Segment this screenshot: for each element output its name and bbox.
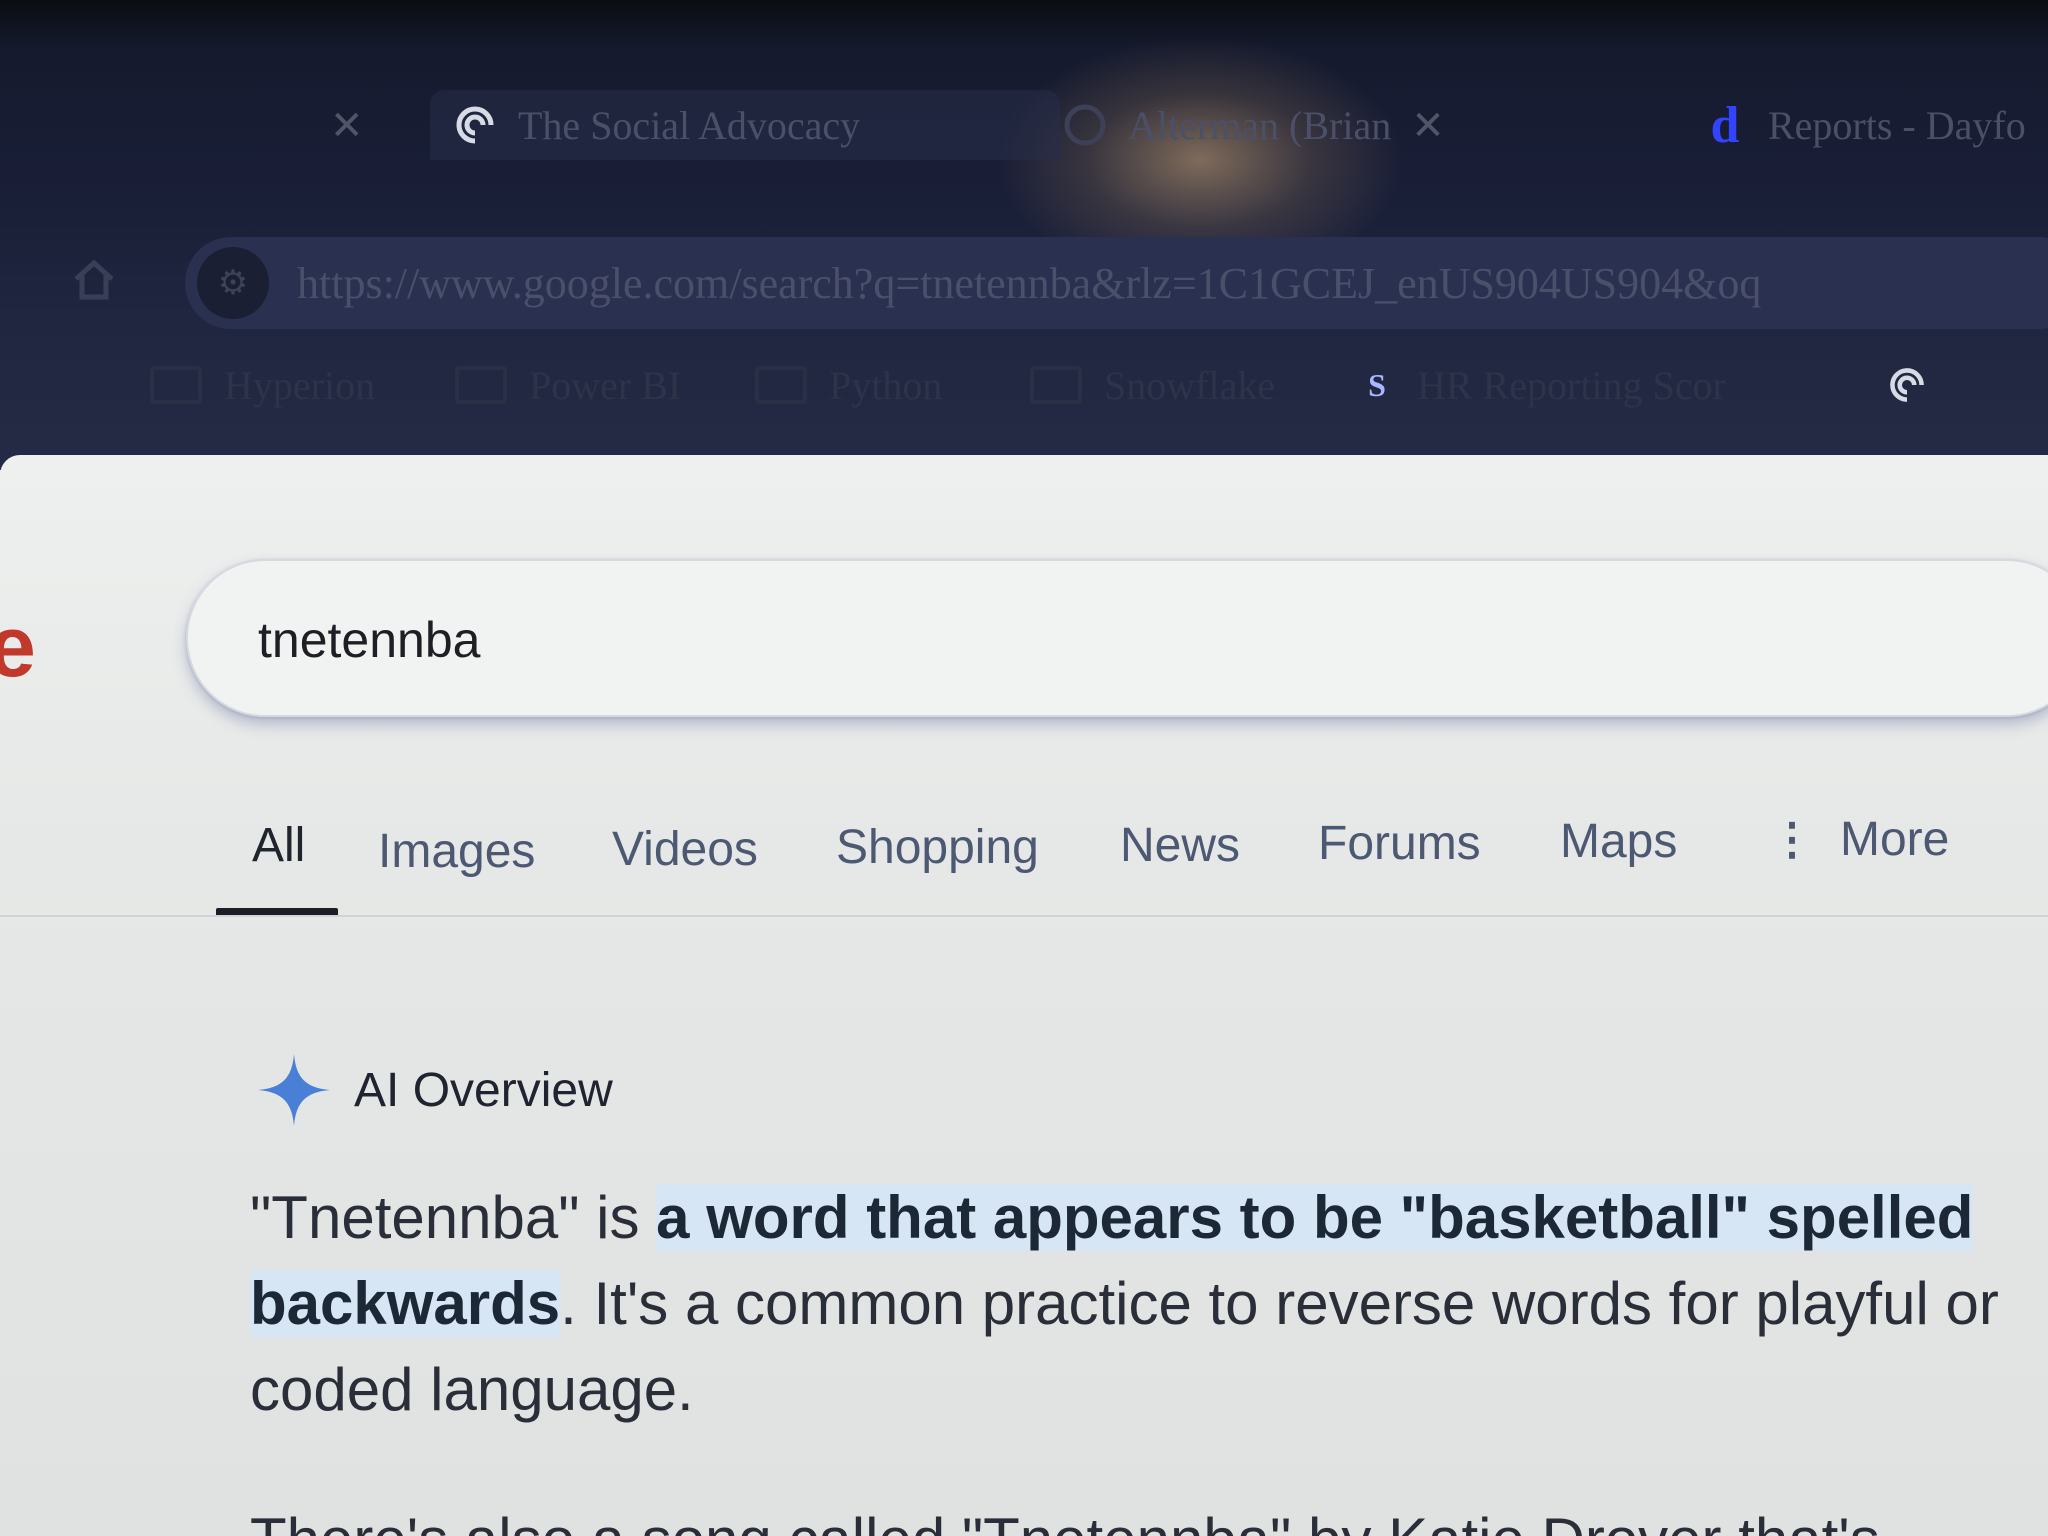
bookmark-label: Python: [829, 362, 943, 408]
sparkle-icon: [258, 1054, 330, 1126]
site-info-icon[interactable]: ⚙: [197, 247, 269, 319]
github-icon: [1060, 100, 1110, 150]
home-icon[interactable]: [70, 255, 120, 305]
bookmark-snowflake[interactable]: Snowflake: [1030, 355, 1275, 415]
tab-reports-dayforce[interactable]: d Reports - Dayfo: [1700, 90, 2026, 160]
tab-title: The Social Advocacy: [518, 102, 861, 148]
folder-icon: [455, 366, 507, 404]
tab-all[interactable]: All: [252, 795, 305, 895]
ai-overview-header: AI Overview: [256, 1045, 613, 1135]
tab-more[interactable]: ⋮ More: [1770, 789, 1949, 889]
bookmark-power-bi[interactable]: Power BI: [455, 355, 681, 415]
tab-news[interactable]: News: [1120, 795, 1240, 895]
bookmark-swirl[interactable]: [1885, 355, 1947, 415]
search-input[interactable]: [258, 605, 1758, 675]
tab-social-advocacy[interactable]: The Social Advocacy: [430, 90, 1060, 160]
browser-toolbar: ⚙ https://www.google.com/search?q=tneten…: [0, 215, 2048, 335]
tab-shopping[interactable]: Shopping: [836, 797, 1039, 897]
bookmark-python[interactable]: Python: [755, 355, 942, 415]
bookmark-label: Power BI: [529, 362, 682, 408]
bookmark-label: HR Reporting Scor: [1417, 362, 1726, 408]
tabs-divider: [0, 915, 2048, 917]
bookmark-label: Hyperion: [224, 362, 376, 408]
google-logo-fragment[interactable]: e: [0, 598, 36, 697]
url-text[interactable]: https://www.google.com/search?q=tnetennb…: [297, 258, 1761, 309]
tab-title: Alterman (Brian: [1128, 102, 1392, 148]
folder-icon: [150, 366, 202, 404]
tab-images[interactable]: Images: [378, 801, 535, 901]
tab-strip: ✕ The Social Advocacy Alterman (Brian ✕ …: [0, 70, 2048, 180]
vertical-dots-icon: ⋮: [1770, 814, 1814, 864]
search-nav-tabs: All Images Videos Shopping News Forums M…: [0, 795, 2048, 925]
close-icon[interactable]: ✕: [1411, 102, 1445, 149]
swirl-icon: [450, 100, 500, 150]
bookmark-hr-reporting[interactable]: S HR Reporting Scor: [1355, 355, 1726, 415]
tab-forums[interactable]: Forums: [1318, 793, 1481, 893]
tab-more-label: More: [1840, 812, 1950, 866]
d-icon: d: [1710, 96, 1740, 154]
s-app-icon: S: [1368, 366, 1386, 403]
bookmark-label: Snowflake: [1104, 362, 1276, 408]
search-results-page: e All Images Videos Shopping News Forums…: [0, 455, 2048, 1536]
tab-title: Reports - Dayfo: [1768, 102, 2026, 148]
browser-chrome: ✕ The Social Advocacy Alterman (Brian ✕ …: [0, 0, 2048, 470]
ai-overview-text: "Tnetennba" is a word that appears to be…: [250, 1175, 2030, 1433]
address-bar[interactable]: ⚙ https://www.google.com/search?q=tneten…: [185, 237, 2048, 329]
ai-overview-title: AI Overview: [354, 1063, 613, 1117]
bookmark-hyperion[interactable]: Hyperion: [150, 355, 375, 415]
tab-close-previous[interactable]: ✕: [310, 90, 364, 160]
bookmarks-bar: Hyperion Power BI Python Snowflake S HR …: [0, 345, 2048, 425]
search-box[interactable]: [186, 559, 2048, 717]
folder-icon: [1030, 366, 1082, 404]
swirl-icon: [1885, 363, 1929, 407]
tab-videos[interactable]: Videos: [612, 799, 758, 899]
tab-maps[interactable]: Maps: [1560, 791, 1677, 891]
ai-text-part: "Tnetennba" is: [250, 1184, 657, 1251]
folder-icon: [755, 366, 807, 404]
ai-overview-next-paragraph: There's also a song called "Tnetennba" b…: [250, 1497, 2030, 1536]
tab-alterman[interactable]: Alterman (Brian ✕: [1060, 90, 1445, 160]
close-icon[interactable]: ✕: [330, 102, 364, 149]
